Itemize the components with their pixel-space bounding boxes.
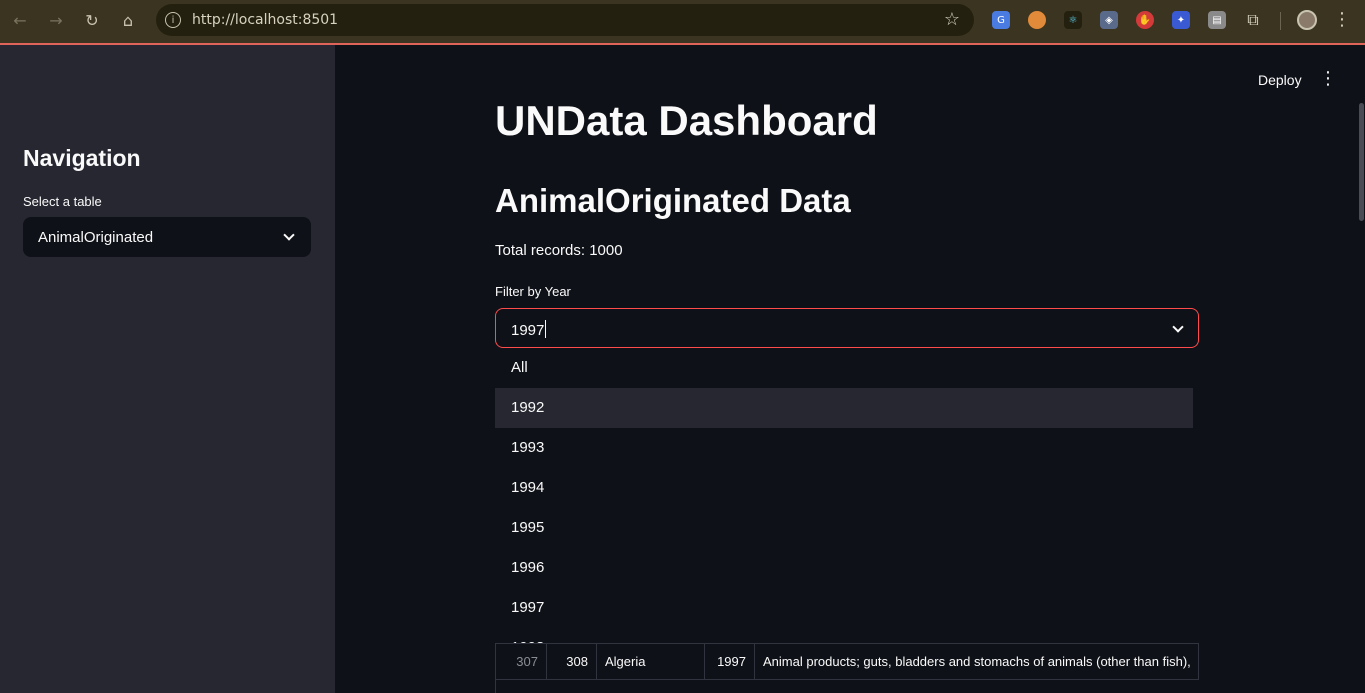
option-1993[interactable]: 1993	[495, 428, 1193, 468]
extension-blue-icon[interactable]: ✦	[1172, 11, 1190, 29]
cell-year[interactable]: 1997	[705, 644, 755, 680]
option-1998[interactable]: 1998	[495, 628, 1193, 643]
deploy-button[interactable]: Deploy	[1258, 72, 1302, 88]
cell-id[interactable]: 308	[547, 644, 597, 680]
extension-gray-icon[interactable]: ▤	[1208, 11, 1226, 29]
option-1996[interactable]: 1996	[495, 548, 1193, 588]
address-bar[interactable]: i http://localhost:8501 ☆	[156, 4, 974, 36]
puzzle-icon[interactable]: ⧉	[1244, 10, 1262, 29]
profile-avatar[interactable]	[1297, 10, 1317, 30]
adblock-icon[interactable]: ✋	[1136, 11, 1154, 29]
option-all[interactable]: All	[495, 348, 1193, 388]
table-row[interactable]: 307 308 Algeria 1997 Animal products; gu…	[496, 644, 1200, 680]
filter-year-label: Filter by Year	[495, 284, 571, 299]
chevron-down-icon[interactable]	[283, 229, 295, 241]
main-content: Deploy ⋮ UNData Dashboard AnimalOriginat…	[335, 45, 1365, 693]
extension-orange-icon[interactable]	[1028, 11, 1046, 29]
option-1997[interactable]: 1997	[495, 588, 1193, 628]
cell-country[interactable]: Algeria	[597, 644, 705, 680]
year-filter-input[interactable]: 1997	[511, 320, 547, 339]
info-icon[interactable]: i	[165, 12, 181, 28]
sidebar-title: Navigation	[23, 145, 141, 171]
option-1992[interactable]: 1992	[495, 388, 1193, 428]
cell-commodity[interactable]: Animal products; guts, bladders and stom…	[755, 644, 1199, 680]
select-table-label: Select a table	[23, 194, 102, 209]
option-1995[interactable]: 1995	[495, 508, 1193, 548]
row-index: 307	[496, 644, 547, 680]
table-select[interactable]: AnimalOriginated	[23, 217, 311, 257]
shield-icon[interactable]: ◈	[1100, 11, 1118, 29]
table-select-value[interactable]: AnimalOriginated	[38, 229, 153, 246]
home-icon[interactable]: ⌂	[116, 8, 140, 32]
page-title: UNData Dashboard	[495, 97, 878, 144]
forward-icon[interactable]: →	[44, 8, 68, 32]
year-dropdown-list: All 1992 1993 1994 1995 1996 1997 1998	[495, 348, 1199, 643]
url-text[interactable]: http://localhost:8501	[192, 12, 338, 28]
bookmark-star-icon[interactable]: ☆	[944, 9, 960, 30]
chevron-down-icon[interactable]	[1172, 321, 1184, 333]
reload-icon[interactable]: ↻	[80, 8, 104, 32]
total-records: Total records: 1000	[495, 242, 623, 259]
section-title: AnimalOriginated Data	[495, 182, 851, 219]
browser-menu-icon[interactable]: ⋮	[1333, 9, 1351, 30]
main-menu-icon[interactable]: ⋮	[1319, 68, 1337, 89]
scrollbar[interactable]	[1359, 103, 1364, 221]
browser-toolbar: ← → ↻ ⌂ i http://localhost:8501 ☆ G ⚛ ◈ …	[0, 0, 1365, 43]
text-caret	[545, 320, 547, 338]
translate-icon[interactable]: G	[992, 11, 1010, 29]
toolbar-divider	[1280, 12, 1281, 30]
react-icon[interactable]: ⚛	[1064, 11, 1082, 29]
back-icon[interactable]: ←	[8, 8, 32, 32]
year-filter-select[interactable]: 1997	[495, 308, 1199, 348]
sidebar: Navigation Select a table AnimalOriginat…	[0, 45, 335, 693]
data-table: 307 308 Algeria 1997 Animal products; gu…	[495, 643, 1199, 693]
option-1994[interactable]: 1994	[495, 468, 1193, 508]
